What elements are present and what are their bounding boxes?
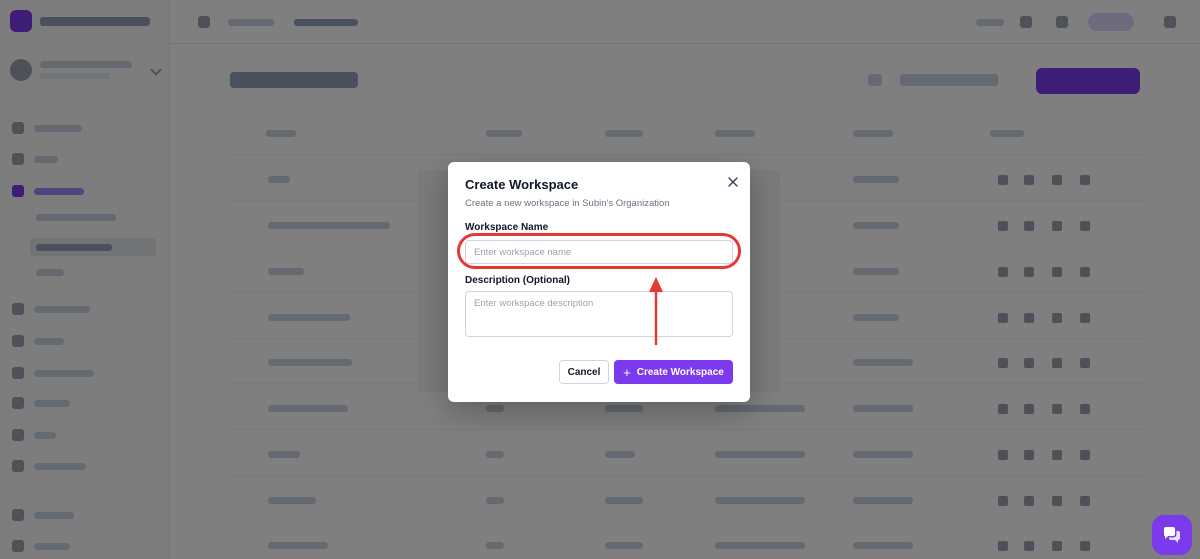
close-icon	[728, 177, 738, 187]
workspace-description-input[interactable]	[465, 291, 733, 337]
create-workspace-button[interactable]: + Create Workspace	[614, 360, 733, 384]
dialog-subtitle: Create a new workspace in Subin's Organi…	[465, 198, 670, 209]
workspace-name-label: Workspace Name	[465, 222, 549, 233]
dialog-title: Create Workspace	[465, 177, 579, 192]
plus-icon: +	[623, 364, 631, 380]
workspace-name-input[interactable]	[465, 240, 733, 264]
cancel-button[interactable]: Cancel	[559, 360, 609, 384]
create-workspace-button-label: Create Workspace	[636, 366, 724, 378]
chat-button[interactable]	[1152, 515, 1192, 555]
chat-bubbles-icon	[1164, 527, 1180, 543]
create-workspace-dialog: Create Workspace Create a new workspace …	[448, 162, 750, 402]
close-button[interactable]	[725, 174, 741, 190]
description-label: Description (Optional)	[465, 275, 570, 286]
